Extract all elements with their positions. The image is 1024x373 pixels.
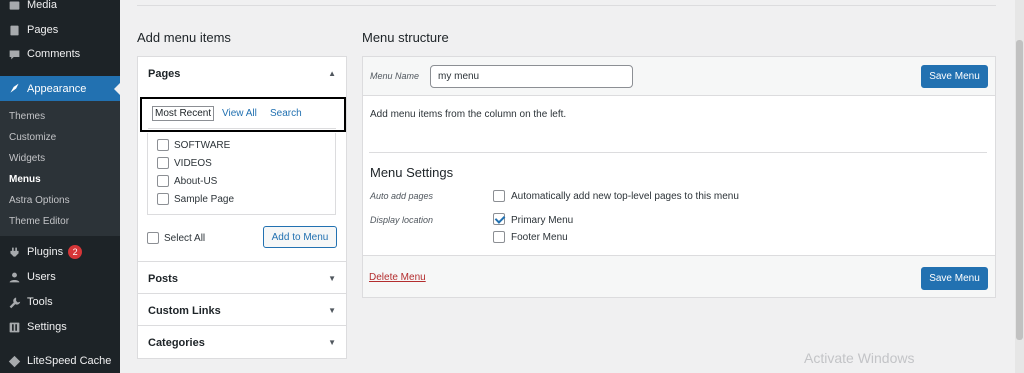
sidebar-item-label: Plugins (27, 246, 64, 258)
sidebar-item-litespeed[interactable]: LiteSpeed Cache (0, 352, 120, 370)
posts-accordion[interactable]: Posts ▼ (137, 261, 347, 294)
scrollbar-thumb[interactable] (1016, 40, 1023, 340)
users-icon (4, 271, 24, 284)
tab-search[interactable]: Search (270, 108, 302, 119)
custom-links-accordion[interactable]: Custom Links ▼ (137, 293, 347, 326)
appearance-icon (4, 82, 24, 95)
settings-divider (369, 152, 987, 153)
sidebar-item-label: LiteSpeed Cache (27, 355, 112, 367)
plugins-icon (4, 246, 24, 259)
activate-windows-watermark: Activate Windows (804, 350, 915, 366)
page-checkbox-sample-page[interactable] (157, 193, 169, 205)
sidebar-item-tools[interactable]: Tools (0, 293, 120, 311)
submenu-item-menus[interactable]: Menus (9, 174, 41, 185)
custom-links-accordion-title: Custom Links (148, 305, 221, 317)
sidebar-item-appearance[interactable]: Appearance (0, 76, 120, 101)
tools-icon (4, 296, 24, 309)
footer-menu-checkbox[interactable] (493, 231, 505, 243)
pages-tabs: Most Recent View All Search (140, 97, 346, 132)
top-divider (137, 0, 996, 6)
sidebar-item-label: Appearance (27, 82, 87, 95)
tab-most-recent[interactable]: Most Recent (152, 106, 215, 121)
page-checkbox-software[interactable] (157, 139, 169, 151)
categories-accordion-title: Categories (148, 337, 205, 349)
sidebar-item-label: Settings (27, 321, 67, 333)
categories-accordion[interactable]: Categories ▼ (137, 325, 347, 359)
primary-menu-checkbox[interactable] (493, 213, 505, 225)
collapse-arrow-icon[interactable]: ▲ (328, 69, 336, 78)
sidebar-item-label: Users (27, 271, 56, 283)
litespeed-icon (4, 355, 24, 368)
menu-structure-heading: Menu structure (362, 30, 449, 45)
tabs-divider (148, 128, 336, 129)
page-label-software: SOFTWARE (174, 140, 231, 151)
pages-icon (4, 24, 24, 37)
menu-name-input[interactable]: my menu (430, 65, 633, 88)
page-checkbox-about-us[interactable] (157, 175, 169, 187)
menu-instructions: Add menu items from the column on the le… (370, 109, 567, 120)
select-all-label: Select All (164, 233, 206, 244)
plugins-update-badge: 2 (68, 245, 83, 259)
sidebar-item-plugins[interactable]: Plugins 2 (0, 243, 120, 261)
expand-arrow-icon: ▼ (328, 274, 336, 283)
auto-add-pages-checkbox[interactable] (493, 190, 505, 202)
admin-sidebar: Media Pages Comments Appearance Themes C… (0, 0, 120, 373)
settings-icon (4, 321, 24, 334)
submenu-item-widgets[interactable]: Widgets (9, 153, 45, 164)
submenu-item-themes[interactable]: Themes (9, 111, 45, 122)
sidebar-item-settings[interactable]: Settings (0, 318, 120, 336)
auto-add-pages-option: Automatically add new top-level pages to… (511, 191, 739, 202)
add-menu-items-heading: Add menu items (137, 30, 231, 45)
submenu-item-theme-editor[interactable]: Theme Editor (9, 216, 69, 227)
sidebar-item-label: Pages (27, 24, 59, 36)
menu-name-label: Menu Name (370, 71, 420, 81)
comments-icon (4, 48, 24, 61)
footer-menu-label: Footer Menu (511, 232, 568, 243)
sidebar-item-label: Comments (27, 48, 81, 60)
sidebar-item-comments[interactable]: Comments (0, 45, 120, 63)
primary-menu-label: Primary Menu (511, 215, 574, 226)
auto-add-pages-label: Auto add pages (370, 191, 434, 201)
page-scrollbar[interactable] (1015, 0, 1024, 373)
sidebar-item-pages[interactable]: Pages (0, 21, 120, 39)
sidebar-item-media[interactable]: Media (0, 0, 120, 13)
page-label-about-us: About-US (174, 176, 218, 187)
tab-view-all[interactable]: View All (222, 108, 257, 119)
submenu-item-customize[interactable]: Customize (9, 132, 56, 143)
sidebar-item-users[interactable]: Users (0, 268, 120, 286)
sidebar-item-label: Tools (27, 296, 53, 308)
page-label-videos: VIDEOS (174, 158, 212, 169)
expand-arrow-icon: ▼ (328, 306, 336, 315)
save-menu-button-top[interactable]: Save Menu (921, 65, 988, 88)
page-checkbox-videos[interactable] (157, 157, 169, 169)
menu-structure-panel (362, 56, 996, 298)
submenu-item-astra-options[interactable]: Astra Options (9, 195, 70, 206)
sidebar-item-label: Media (27, 0, 57, 11)
menu-panel-footer (363, 255, 995, 297)
menu-settings-title: Menu Settings (370, 165, 454, 180)
pages-accordion-title[interactable]: Pages (148, 68, 180, 80)
save-menu-button-bottom[interactable]: Save Menu (921, 267, 988, 290)
media-icon (4, 0, 24, 12)
add-to-menu-button[interactable]: Add to Menu (263, 226, 337, 248)
expand-arrow-icon: ▼ (328, 338, 336, 347)
display-location-label: Display location (370, 215, 434, 225)
delete-menu-link[interactable]: Delete Menu (369, 272, 426, 283)
select-all-checkbox[interactable] (147, 232, 159, 244)
page-label-sample-page: Sample Page (174, 194, 235, 205)
posts-accordion-title: Posts (148, 273, 178, 285)
